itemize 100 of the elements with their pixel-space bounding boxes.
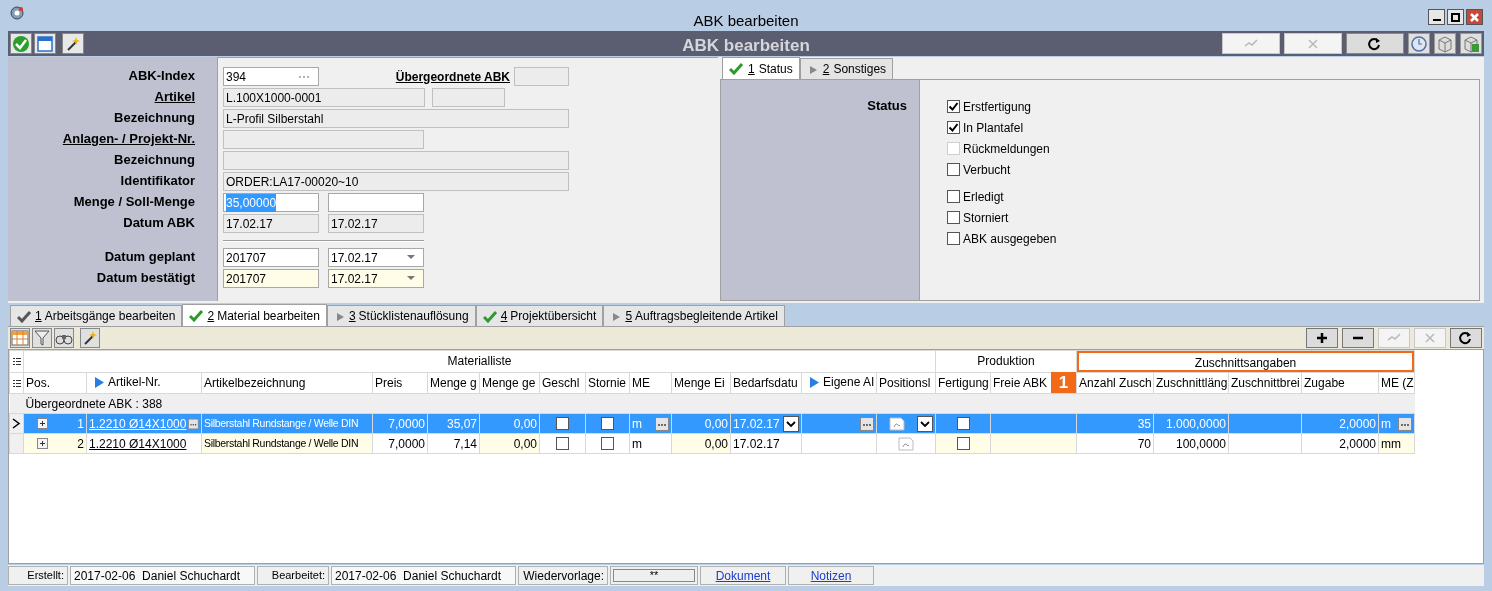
checkbox[interactable] (601, 437, 614, 450)
column-header[interactable]: Zuschnittläng (1154, 374, 1228, 392)
field-label: Menge / Soll-Menge (73, 192, 195, 211)
column-header[interactable]: Fertigung (936, 374, 990, 392)
ellipsis-button[interactable] (860, 416, 874, 431)
tab[interactable]: 3 Stücklistenauflösung (326, 305, 476, 326)
field-link[interactable]: Übergeordnete ABK (395, 69, 510, 84)
checkbox[interactable] (556, 417, 569, 430)
input-field[interactable] (328, 193, 424, 212)
refresh-button[interactable] (1450, 328, 1482, 348)
table-cell-text: 100,0000 (1175, 435, 1227, 453)
filter-button[interactable] (32, 328, 52, 348)
refresh-button[interactable] (1346, 33, 1404, 54)
table-cell-text: 0,00 (513, 415, 537, 433)
column-header[interactable]: Freie ABK (991, 374, 1050, 392)
checkbox-label: Rückmeldungen (963, 140, 1050, 158)
column-header[interactable]: Bedarfsdatu (731, 374, 800, 392)
column-menu-icon[interactable] (11, 357, 22, 366)
status-value: 2017-02-06 Daniel Schuchardt (335, 567, 502, 585)
sort-icon[interactable] (810, 376, 819, 388)
grid-layout-button[interactable] (10, 328, 30, 348)
table-cell-text: Silberstahl Rundstange / Welle DIN (204, 415, 359, 431)
sort-icon[interactable] (95, 376, 104, 388)
maximize-icon[interactable] (1451, 12, 1460, 22)
close-button[interactable] (1466, 9, 1483, 25)
status-label: Bearbeitet: (271, 568, 325, 584)
checkbox-label: ABK ausgegeben (963, 230, 1057, 248)
maximize-button[interactable] (1447, 9, 1464, 25)
dropdown-button[interactable] (917, 415, 934, 432)
binoculars-button[interactable] (54, 328, 74, 348)
checkbox[interactable] (947, 163, 960, 176)
table-cell-text: m (632, 435, 642, 453)
group-row-label: Übergeordnete ABK : 388 (25, 396, 163, 411)
checkbox[interactable] (947, 211, 960, 224)
close-icon[interactable] (1470, 12, 1479, 22)
tab[interactable]: 4 Projektübersicht (475, 305, 604, 326)
column-header[interactable]: ME (Z (1379, 374, 1414, 392)
tab[interactable]: 2 Material bearbeiten (182, 304, 327, 326)
callout-badge: 1 (1051, 372, 1076, 393)
tab[interactable]: 2 Sonstiges (799, 58, 894, 79)
ellipsis-button[interactable] (655, 416, 669, 431)
checkbox[interactable] (947, 232, 960, 245)
checkbox[interactable] (601, 417, 614, 430)
dropdown-button[interactable] (783, 415, 799, 432)
column-header[interactable]: Stornie (586, 374, 629, 392)
expand-icon[interactable] (37, 418, 48, 429)
remove-button[interactable] (1342, 328, 1374, 348)
input-field[interactable]: 201707 (223, 248, 319, 267)
column-group-header: Zuschnittsangaben (1077, 351, 1415, 372)
readonly-field[interactable] (432, 88, 505, 107)
checkbox[interactable] (956, 437, 970, 450)
field-link[interactable]: Artikel (154, 86, 195, 107)
checkbox[interactable] (947, 100, 960, 113)
minimize-button[interactable] (1428, 9, 1445, 25)
table-row[interactable]: 2 1.2210 Ø14X1000 Silberstahl Rundstange / Welle DIN 7,0000 7,14 0,00 m 0,00 17.02.17 70 100,0000 2,0000 mm (9, 433, 1415, 454)
column-header[interactable]: Anzahl Zusch (1077, 374, 1153, 392)
checkbox[interactable] (956, 417, 970, 430)
resubmission-button[interactable]: ** (613, 569, 695, 582)
readonly-field[interactable] (223, 130, 424, 149)
field-link[interactable]: Anlagen- / Projekt-Nr. (62, 128, 195, 149)
column-menu-icon[interactable] (11, 378, 22, 388)
input-field[interactable]: 394 (223, 67, 319, 86)
column-group-header: Produktion (976, 353, 1036, 370)
table-cell-text: 70 (1137, 435, 1152, 453)
checkbox-label: Erstfertigung (963, 98, 1032, 116)
tab[interactable]: 1 Arbeitsgänge bearbeiten (10, 305, 183, 326)
add-button[interactable] (1306, 328, 1338, 348)
table-cell-text: 7,14 (453, 435, 477, 453)
checkbox-label: In Plantafel (963, 119, 1024, 137)
readonly-field[interactable] (223, 151, 569, 170)
magic-wand-button[interactable] (80, 328, 100, 348)
readonly-field[interactable]: 17.02.17 (328, 214, 424, 233)
field-label: Bezeichnung (114, 150, 195, 169)
date-dropdown[interactable]: 17.02.17 (328, 269, 424, 288)
readonly-field[interactable]: L.100X1000-0001 (223, 88, 425, 107)
ellipsis-button[interactable] (188, 416, 199, 431)
table-cell-text: m (1381, 415, 1392, 433)
gear-icon (9, 4, 25, 21)
table-cell-text: 2 (77, 435, 84, 453)
checkbox[interactable] (947, 190, 960, 203)
readonly-field[interactable]: ORDER:LA17-00020~10 (223, 172, 569, 191)
tab[interactable]: 1 Status (722, 57, 800, 79)
readonly-field[interactable] (514, 67, 569, 86)
checkbox[interactable] (556, 437, 569, 450)
input-field[interactable]: 201707 (223, 269, 319, 288)
ellipsis-button[interactable] (1398, 416, 1413, 431)
table-cell-text: 7,0000 (388, 435, 425, 453)
tab[interactable]: 5 Auftragsbegleitende Artikel (603, 305, 785, 326)
readonly-field[interactable]: L-Profil Silberstahl (223, 109, 569, 128)
table-cell-text: 2,0000 (1339, 435, 1377, 453)
column-header[interactable]: Zuschnittbrei (1229, 374, 1301, 392)
readonly-field[interactable]: 17.02.17 (223, 214, 319, 233)
checkbox[interactable] (947, 121, 960, 134)
table-cell-text: 35,07 (446, 415, 477, 433)
column-header[interactable]: Menge ge (480, 374, 538, 392)
table-cell-text: 17.02.17 (733, 435, 780, 453)
column-header[interactable]: Menge g (428, 374, 479, 392)
date-dropdown[interactable]: 17.02.17 (328, 248, 424, 267)
minimize-icon[interactable] (1432, 19, 1441, 21)
expand-icon[interactable] (37, 438, 48, 449)
